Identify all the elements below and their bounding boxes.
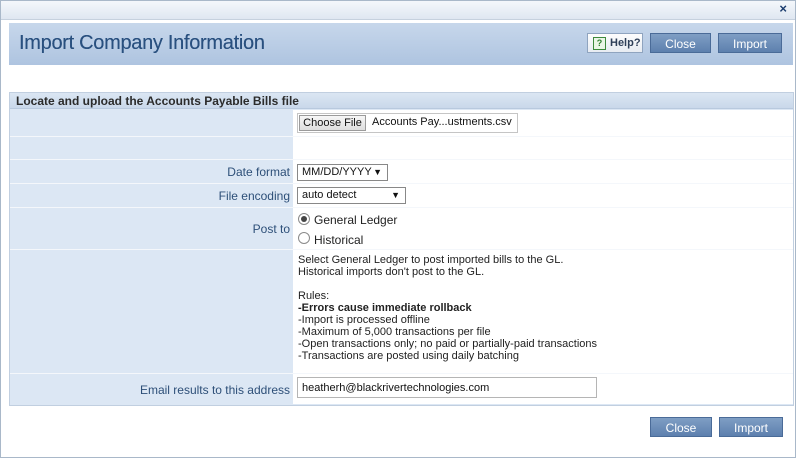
upload-section: Locate and upload the Accounts Payable B… <box>9 92 794 406</box>
date-format-row: Date format MM/DD/YYYY ▼ <box>10 160 793 184</box>
email-input[interactable] <box>297 377 597 398</box>
file-chooser[interactable]: Choose File Accounts Pay...ustments.csv <box>297 113 518 133</box>
import-dialog: × Import Company Information ? Help? Clo… <box>0 0 796 458</box>
file-encoding-label: File encoding <box>218 189 290 203</box>
email-label: Email results to this address <box>139 383 290 397</box>
file-encoding-select[interactable]: auto detect ▼ <box>297 187 406 204</box>
dialog-header: Import Company Information ? Help? Close… <box>9 23 793 65</box>
footer-close-button[interactable]: Close <box>650 417 712 437</box>
close-button[interactable]: Close <box>650 33 711 53</box>
section-heading: Locate and upload the Accounts Payable B… <box>10 93 793 109</box>
page-title: Import Company Information <box>19 32 265 54</box>
choose-file-button[interactable]: Choose File <box>299 115 366 131</box>
radio-general-ledger[interactable] <box>298 213 310 225</box>
chevron-down-icon: ▼ <box>373 167 382 177</box>
file-row: Choose File Accounts Pay...ustments.csv <box>10 110 793 137</box>
selected-file-name: Accounts Pay...ustments.csv <box>372 116 512 128</box>
radio-historical-label[interactable]: Historical <box>314 233 363 247</box>
email-row: Email results to this address <box>10 374 793 404</box>
radio-historical[interactable] <box>298 232 310 244</box>
post-to-label: Post to <box>252 222 290 236</box>
help-button[interactable]: ? Help? <box>587 33 643 53</box>
radio-general-ledger-label[interactable]: General Ledger <box>314 213 397 227</box>
spacer-row <box>10 137 793 160</box>
info-row: Select General Ledger to post imported b… <box>10 250 793 374</box>
footer-import-button[interactable]: Import <box>719 417 783 437</box>
help-label: Help? <box>610 37 641 49</box>
date-format-label: Date format <box>227 165 290 179</box>
dialog-titlebar: × <box>1 1 795 20</box>
import-button[interactable]: Import <box>718 33 782 53</box>
file-encoding-row: File encoding auto detect ▼ <box>10 184 793 208</box>
question-icon: ? <box>593 37 606 50</box>
date-format-select[interactable]: MM/DD/YYYY ▼ <box>297 164 388 181</box>
import-instructions: Select General Ledger to post imported b… <box>298 254 597 362</box>
close-icon[interactable]: × <box>779 2 787 16</box>
post-to-row: Post to General Ledger Historical <box>10 208 793 250</box>
chevron-down-icon: ▼ <box>391 190 400 200</box>
